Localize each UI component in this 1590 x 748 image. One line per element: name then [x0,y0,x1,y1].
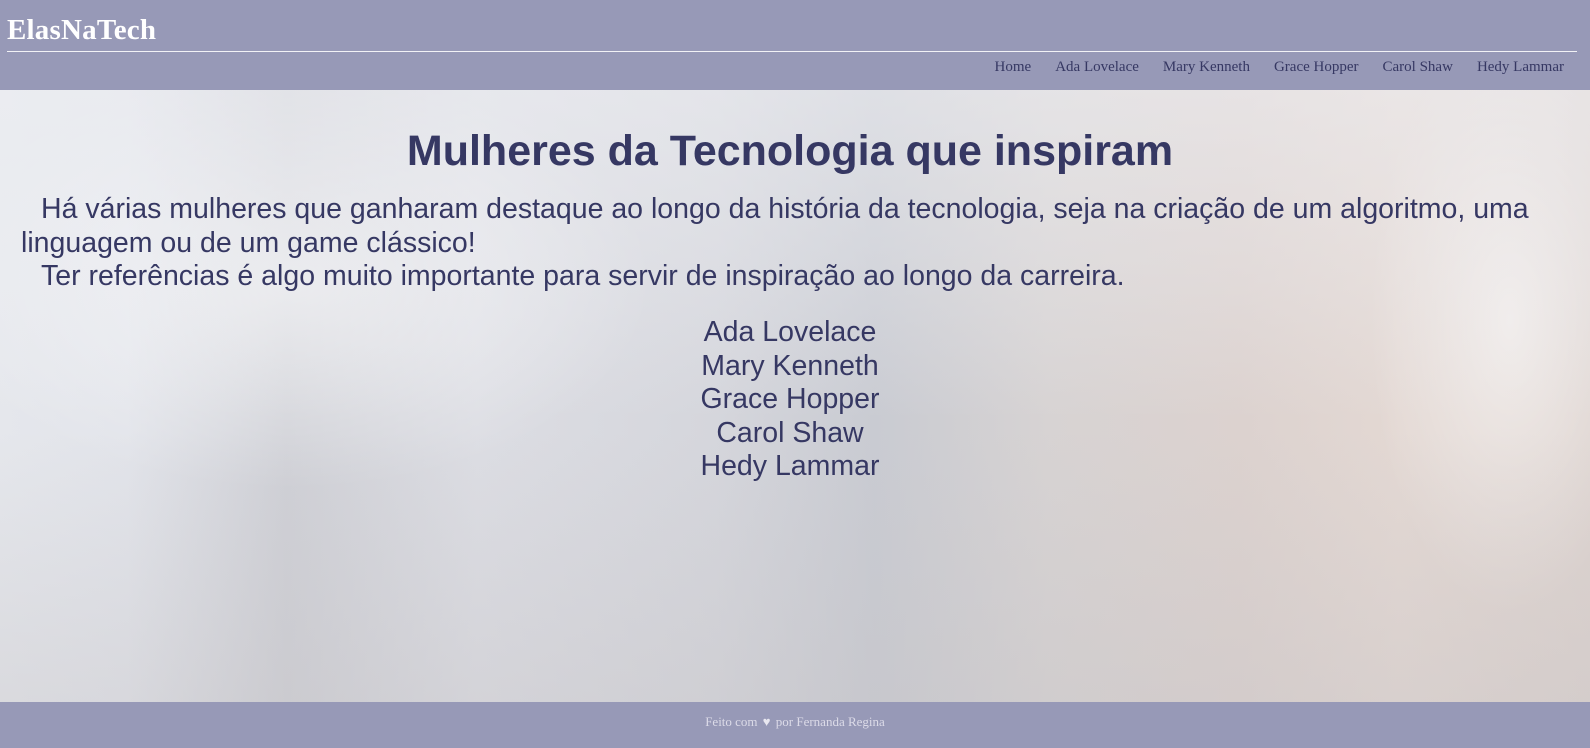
list-item: Grace Hopper [0,383,1580,417]
hero-section: Mulheres da Tecnologia que inspiram Há v… [0,90,1590,702]
women-link-grace-hopper[interactable]: Grace Hopper [700,383,879,415]
intro-paragraph: Há várias mulheres que ganharam destaque… [21,193,1529,259]
heart-icon: ♥ [762,714,771,729]
list-item: Hedy Lammar [0,450,1580,484]
women-list: Ada Lovelace Mary Kenneth Grace Hopper C… [0,316,1580,484]
nav-item: Grace Hopper [1262,58,1371,76]
nav-link-carol-shaw[interactable]: Carol Shaw [1371,58,1465,76]
site-logo[interactable]: ElasNaTech [7,14,156,47]
site-header: ElasNaTech Home Ada Lovelace Mary Kennet… [0,0,1590,90]
page-title: Mulheres da Tecnologia que inspiram [406,127,1174,175]
nav-item: Mary Kenneth [1151,58,1262,76]
site-footer: Feito com ♥ por Fernanda Regina [0,702,1590,748]
nav-item: Carol Shaw [1371,58,1465,76]
list-item: Mary Kenneth [0,350,1580,384]
footer-author: por Fernanda Regina [775,714,885,729]
header-divider [7,51,1577,52]
nav-link-ada-lovelace[interactable]: Ada Lovelace [1043,58,1151,76]
nav-link-hedy-lammar[interactable]: Hedy Lammar [1465,58,1576,76]
nav-link-mary-kenneth[interactable]: Mary Kenneth [1151,58,1262,76]
nav-link-grace-hopper[interactable]: Grace Hopper [1262,58,1371,76]
intro-paragraph: Ter referências é algo muito importante … [41,260,1125,292]
women-link-mary-kenneth[interactable]: Mary Kenneth [701,350,878,382]
women-link-carol-shaw[interactable]: Carol Shaw [716,417,863,449]
nav-item: Ada Lovelace [1043,58,1151,76]
nav-item: Hedy Lammar [1465,58,1576,76]
footer-prefix: Feito com [705,714,758,729]
intro-text: Há várias mulheres que ganharam destaque… [21,193,1566,294]
nav-item: Home [983,58,1044,76]
women-link-hedy-lammar[interactable]: Hedy Lammar [701,450,880,482]
nav-link-home[interactable]: Home [983,58,1044,76]
nav-list: Home Ada Lovelace Mary Kenneth Grace Hop… [983,58,1576,76]
women-link-ada-lovelace[interactable]: Ada Lovelace [704,316,877,348]
list-item: Ada Lovelace [0,316,1580,350]
list-item: Carol Shaw [0,417,1580,451]
